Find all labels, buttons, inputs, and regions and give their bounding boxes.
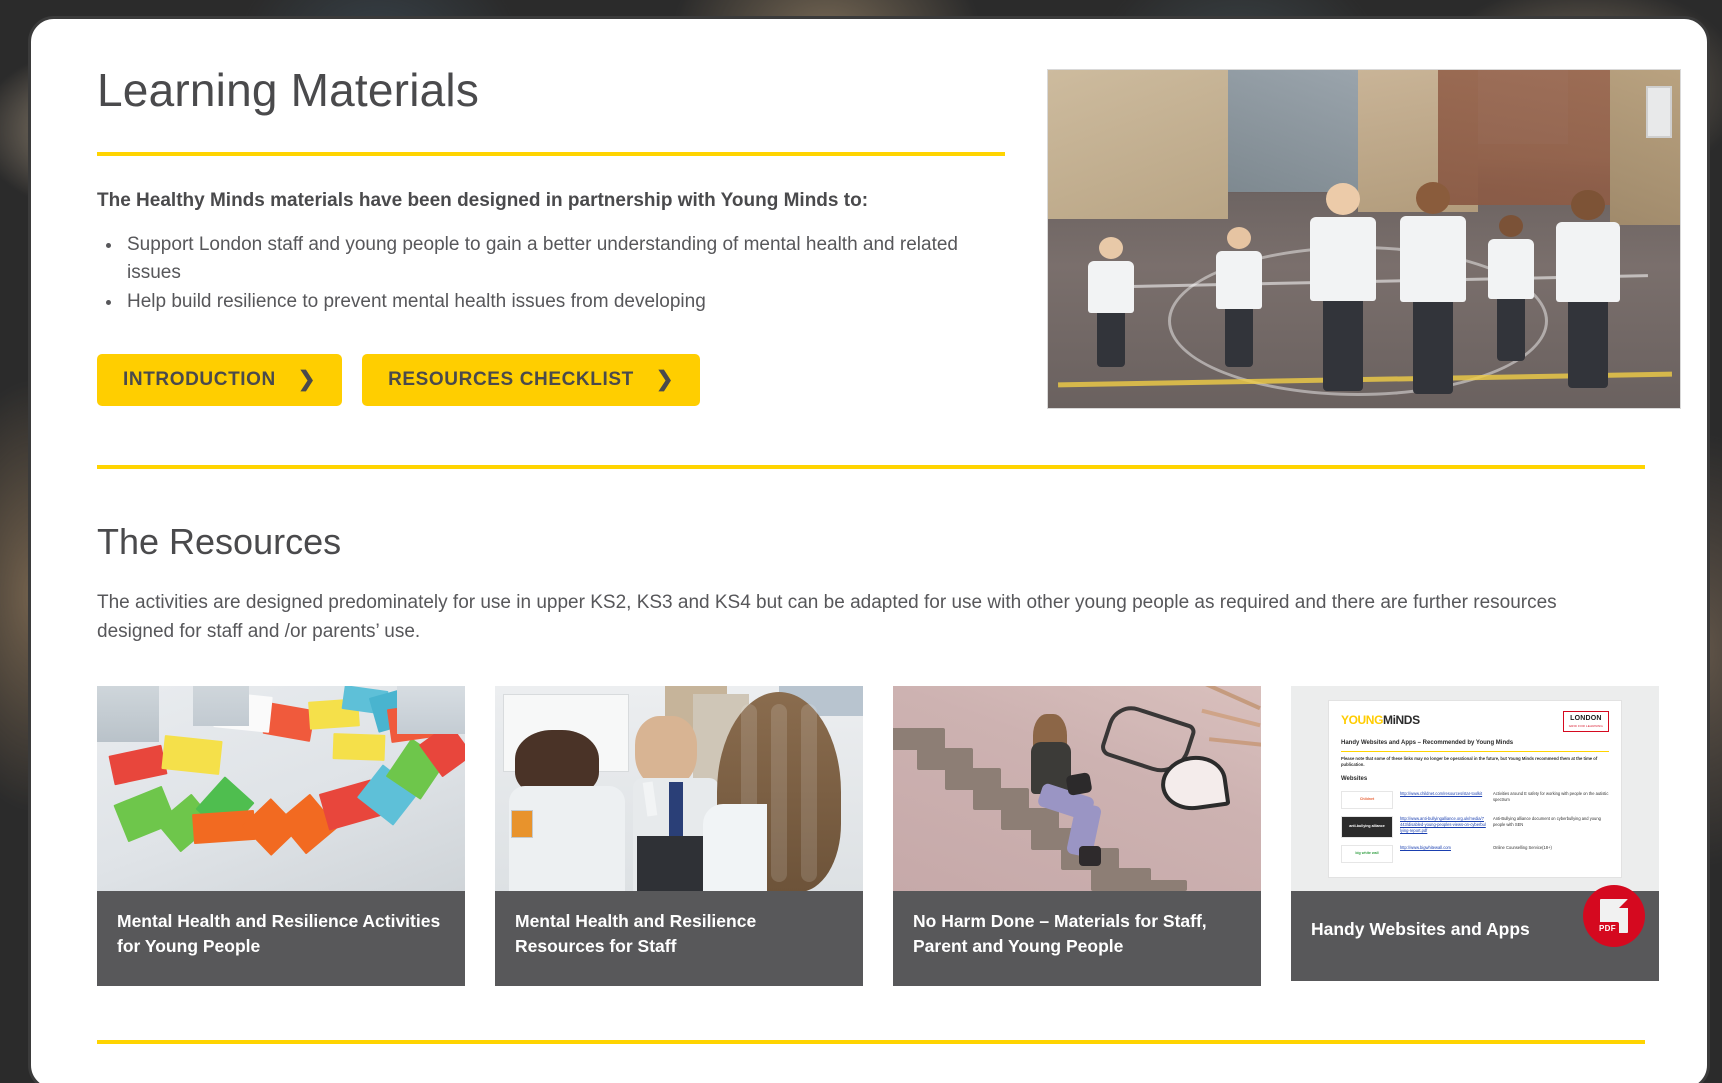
pdf-row-description: Anti-Bullying alliance document on cyber… bbox=[1493, 815, 1601, 827]
resources-title: The Resources bbox=[97, 521, 342, 562]
introduction-button-label: INTRODUCTION bbox=[123, 368, 276, 390]
resource-card-thumbnail bbox=[495, 686, 863, 891]
pdf-heading: Handy Websites and Apps – Recommended by… bbox=[1341, 739, 1514, 746]
resource-card-thumbnail bbox=[893, 686, 1261, 891]
resources-intro: The activities are designed predominatel… bbox=[97, 592, 1557, 642]
thumbnail-art-sticky-notes bbox=[97, 686, 465, 891]
resource-card-grid: Mental Health and Resilience Activities … bbox=[97, 686, 1659, 986]
pdf-row-link: http://www.childnet.com/resources/star-t… bbox=[1400, 790, 1483, 796]
pdf-row-description: Activities around E safety for working w… bbox=[1493, 790, 1609, 802]
pdf-icon[interactable]: PDF bbox=[1583, 885, 1645, 947]
resource-card-caption-wrapper: Handy Websites and Apps PDF bbox=[1291, 885, 1659, 981]
hero-image-wall bbox=[1228, 70, 1358, 192]
pdf-row-logo: Childnet bbox=[1341, 790, 1393, 809]
thumbnail-art-pdf-preview: YOUNGMiNDS LONDON GRID FOR LEARNING Hand… bbox=[1291, 686, 1659, 891]
pdf-badge-label: PDF bbox=[1596, 922, 1619, 936]
bottom-section-divider bbox=[97, 1039, 1645, 1044]
list-item: Support London staff and young people to… bbox=[123, 231, 1007, 286]
resource-card-caption: Mental Health and Resilience Activities … bbox=[97, 891, 465, 986]
chevron-right-icon: ❯ bbox=[297, 368, 317, 392]
resource-card-caption: Mental Health and Resilience Resources f… bbox=[495, 891, 863, 986]
hero-image bbox=[1047, 69, 1681, 409]
pdf-table-row: Childnet http://www.childnet.com/resourc… bbox=[1341, 790, 1609, 809]
pdf-row-description: Online Counselling Service(18+) bbox=[1493, 844, 1552, 850]
pdf-row-logo: big white wall bbox=[1341, 844, 1393, 863]
resource-card-activities[interactable]: Mental Health and Resilience Activities … bbox=[97, 686, 465, 986]
hero-section: Learning Materials The Healthy Minds mat… bbox=[97, 65, 1681, 409]
resources-checklist-button[interactable]: RESOURCES CHECKLIST ❯ bbox=[362, 353, 701, 406]
hero-button-row: INTRODUCTION ❯ RESOURCES CHECKLIST ❯ bbox=[97, 353, 1007, 406]
resource-card-thumbnail bbox=[97, 686, 465, 891]
hero-text-column: Learning Materials The Healthy Minds mat… bbox=[97, 65, 1007, 406]
hero-bullet-list: Support London staff and young people to… bbox=[123, 231, 1007, 316]
resource-card-no-harm-done[interactable]: No Harm Done – Materials for Staff, Pare… bbox=[893, 686, 1261, 986]
resources-section: The Resources The activities are designe… bbox=[97, 521, 1659, 1044]
pdf-table-row: big white wall http://www.bigwhitewall.c… bbox=[1341, 844, 1609, 863]
resource-card-handy-websites[interactable]: YOUNGMiNDS LONDON GRID FOR LEARNING Hand… bbox=[1291, 686, 1659, 986]
pdf-subheading: Websites bbox=[1341, 775, 1368, 782]
resource-card-thumbnail: YOUNGMiNDS LONDON GRID FOR LEARNING Hand… bbox=[1291, 686, 1659, 891]
pdf-note: Please note that some of these links may… bbox=[1341, 755, 1598, 768]
resources-checklist-button-label: RESOURCES CHECKLIST bbox=[388, 368, 634, 390]
page-title: Learning Materials bbox=[97, 64, 480, 116]
title-underline-rule bbox=[97, 151, 1005, 156]
hero-image-pupil bbox=[1400, 182, 1466, 395]
hero-image-window bbox=[1646, 86, 1672, 138]
pdf-heading-rule bbox=[1341, 750, 1609, 752]
thumbnail-art-steps-graffiti bbox=[893, 686, 1261, 891]
pdf-row-logo: anti-bullying alliance bbox=[1341, 815, 1393, 838]
resource-card-caption: No Harm Done – Materials for Staff, Pare… bbox=[893, 891, 1261, 986]
pdf-sheet-shape: PDF bbox=[1596, 899, 1628, 936]
hero-lead-text: The Healthy Minds materials have been de… bbox=[97, 189, 869, 211]
hero-image-wall bbox=[1048, 70, 1228, 219]
page-card: Learning Materials The Healthy Minds mat… bbox=[28, 16, 1710, 1083]
pdf-row-link: http://www.bigwhitewall.com bbox=[1400, 844, 1451, 850]
hero-image-pupil bbox=[1216, 227, 1262, 368]
pdf-row-link: http://www.anti-bullyingalliance.org.uk/… bbox=[1400, 815, 1486, 833]
list-item: Help build resilience to prevent mental … bbox=[123, 288, 1007, 316]
introduction-button[interactable]: INTRODUCTION ❯ bbox=[97, 353, 343, 406]
resource-card-staff-resources[interactable]: Mental Health and Resilience Resources f… bbox=[495, 686, 863, 986]
hero-image-pupil bbox=[1310, 183, 1376, 392]
chevron-right-icon: ❯ bbox=[655, 368, 675, 392]
hero-image-pupil bbox=[1088, 237, 1134, 368]
pdf-table-row: anti-bullying alliance http://www.anti-b… bbox=[1341, 815, 1609, 838]
hero-section-divider bbox=[97, 465, 1645, 469]
hero-image-pupil bbox=[1488, 214, 1534, 361]
hero-image-pupil bbox=[1556, 189, 1620, 388]
thumbnail-art-classroom bbox=[495, 686, 863, 891]
resource-card-caption: Handy Websites and Apps bbox=[1311, 919, 1530, 939]
pdf-document-preview: YOUNGMiNDS LONDON GRID FOR LEARNING Hand… bbox=[1329, 700, 1621, 877]
lgfl-logo: LONDON GRID FOR LEARNING bbox=[1562, 710, 1609, 732]
